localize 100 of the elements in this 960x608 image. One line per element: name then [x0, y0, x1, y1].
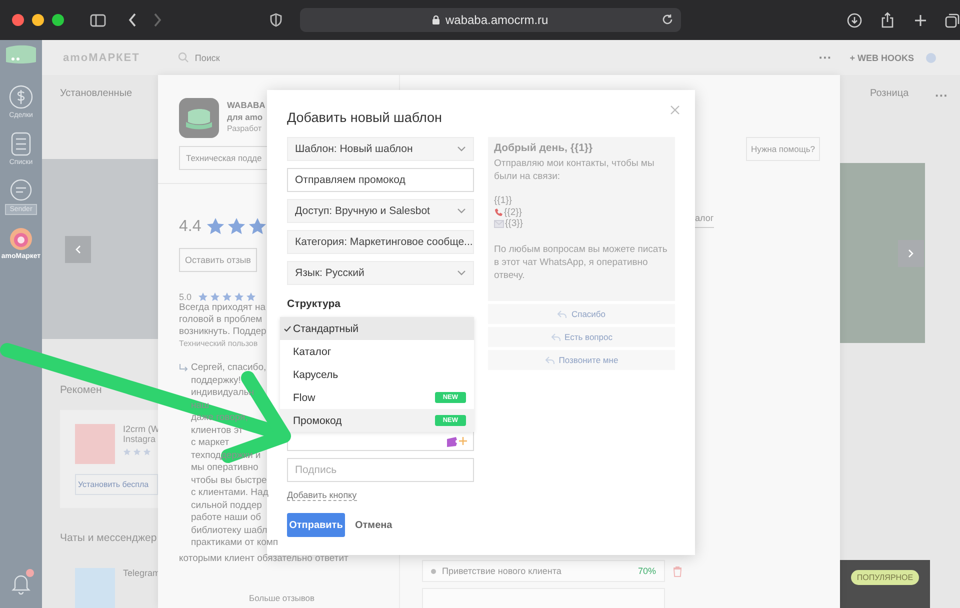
dropdown[interactable]: Категория: Маркетинговое сообще... — [287, 230, 474, 254]
template-row[interactable]: Приветствие нового клиента 70% — [422, 560, 665, 582]
reload-icon[interactable] — [662, 14, 674, 25]
minimize-button[interactable] — [32, 14, 44, 26]
close-button[interactable] — [12, 14, 24, 26]
dropdown[interactable]: Доступ: Вручную и Salesbot — [287, 199, 474, 223]
section-label: Структура — [287, 298, 342, 310]
notification-dot — [26, 569, 34, 577]
quick-reply-button[interactable]: Позвоните мне — [488, 350, 675, 370]
quick-reply-button[interactable]: Есть вопрос — [488, 327, 675, 347]
menu-option[interactable]: Карусель — [280, 363, 474, 386]
webhooks-button[interactable]: + WEB HOOKS — [850, 52, 914, 62]
ticket-sparkle-icon[interactable] — [446, 436, 468, 446]
leave-review-button[interactable]: Оставить отзыв — [179, 248, 257, 272]
star-icon — [133, 448, 141, 456]
variable-text: {{1}} — [494, 195, 512, 206]
reply-text: которыми клиент обязательно ответит — [179, 552, 348, 564]
chevron-down-icon — [457, 270, 466, 276]
reply-text: практиками от комп — [191, 537, 278, 550]
star-icon — [210, 292, 220, 302]
chevron-down-icon — [457, 208, 466, 214]
help-button[interactable]: Нужна помощь? — [746, 137, 820, 161]
menu-option[interactable]: Стандартный — [280, 317, 474, 340]
more-reviews-link[interactable]: Больше отзывов — [249, 592, 315, 602]
maximize-button[interactable] — [52, 14, 64, 26]
new-tab-icon[interactable] — [914, 14, 928, 26]
menu-option[interactable]: Каталог — [280, 340, 474, 363]
app-subtitle: Instagra — [123, 434, 157, 444]
chevron-left-icon — [75, 244, 81, 254]
install-button[interactable]: Установить беспла — [75, 474, 158, 495]
url-text: wababa.amocrm.ru — [445, 13, 548, 27]
star-icon — [123, 448, 131, 456]
star-icon — [206, 217, 226, 236]
list-icon — [9, 131, 33, 157]
reply-icon — [544, 356, 555, 364]
tab[interactable]: Розница — [870, 88, 909, 103]
reply-text: библиотеку шабл — [191, 524, 268, 537]
forward-icon[interactable] — [152, 13, 162, 27]
star-icon — [248, 217, 268, 236]
chevron-right-icon — [908, 248, 914, 258]
coin-icon — [8, 84, 34, 110]
review-text: Всегда приходят на — [179, 302, 266, 314]
reply-arrow-icon — [179, 364, 188, 373]
reply-icon — [550, 332, 561, 342]
star-icon — [246, 292, 256, 302]
app-logo — [75, 424, 115, 464]
section-heading: Чаты и мессенджер — [60, 532, 157, 544]
popular-badge: ПОПУЛЯРНОЕ — [850, 570, 920, 585]
tab[interactable]: Установленные — [60, 88, 132, 99]
sidebar-toggle-icon[interactable] — [90, 14, 106, 26]
star-icon — [234, 292, 244, 302]
star-icon — [227, 217, 246, 236]
reply-text: наш — [191, 400, 210, 412]
share-icon[interactable] — [881, 12, 894, 28]
message-field[interactable] — [287, 432, 474, 451]
reply-text: с клиентами. Над — [191, 487, 270, 500]
greeting-text: Добрый день, {{1}} — [494, 142, 594, 154]
reply-text: клиентов эт — [191, 424, 244, 437]
review-text: возникнуть. Поддер — [179, 326, 266, 338]
add-button-link[interactable]: Добавить кнопку — [287, 490, 357, 501]
dropdown[interactable]: Язык: Русский — [287, 261, 474, 285]
reply-text: мы оперативно — [191, 462, 260, 474]
back-icon[interactable] — [128, 13, 137, 27]
message-text: По любым вопросам вы можете писать в этот чат WhatsApp, я оперативно отвечу. — [494, 242, 668, 282]
quick-reply-button[interactable]: Спасибо — [488, 304, 675, 324]
star-icon — [198, 292, 208, 302]
rating-value: 4.4 — [179, 218, 202, 236]
review-author: Технический пользов — [179, 339, 258, 348]
submit-button[interactable]: Отправить — [287, 513, 345, 537]
variable-text: {{2}} — [504, 206, 522, 218]
name-field[interactable]: Отправляем промокод — [287, 168, 474, 192]
reply-text: работе наши об — [191, 512, 262, 524]
star-icon — [143, 448, 151, 456]
reply-text: поддержку! — [191, 374, 242, 387]
reply-text: сильной поддер — [191, 500, 263, 512]
lock-icon — [432, 15, 440, 25]
section-heading: Рекомен — [60, 384, 102, 396]
message-text: Отправляю мои контакты, чтобы мы были на связи: — [494, 157, 656, 183]
tab-overview-icon[interactable] — [945, 12, 960, 28]
signature-field[interactable]: Подпись — [287, 458, 474, 482]
mail-icon — [494, 220, 504, 228]
percent-text: 70% — [638, 566, 656, 576]
shield-icon[interactable] — [270, 13, 282, 27]
app-logo-icon — [179, 98, 219, 138]
status-dot — [431, 568, 436, 574]
reply-text: чтобы вы быстре — [191, 474, 268, 487]
more-button[interactable]: ··· — [935, 88, 948, 103]
address-bar[interactable]: wababa.amocrm.ru — [300, 8, 682, 32]
dropdown[interactable]: Шаблон: Новый шаблон — [287, 137, 474, 161]
checkmark-icon — [284, 326, 291, 332]
app-subtitle: для amo — [227, 112, 264, 122]
developer-text: Разработ — [227, 124, 263, 133]
search-icon — [178, 52, 189, 63]
search-field[interactable]: Поиск — [192, 52, 257, 64]
chevron-down-icon — [457, 146, 466, 152]
reply-text: Сергей, спасибо, — [191, 362, 268, 374]
reply-text: с маркет — [191, 437, 230, 450]
download-icon[interactable] — [847, 12, 862, 28]
more-button[interactable]: ··· — [818, 50, 832, 65]
cancel-button[interactable]: Отмена — [349, 520, 398, 530]
